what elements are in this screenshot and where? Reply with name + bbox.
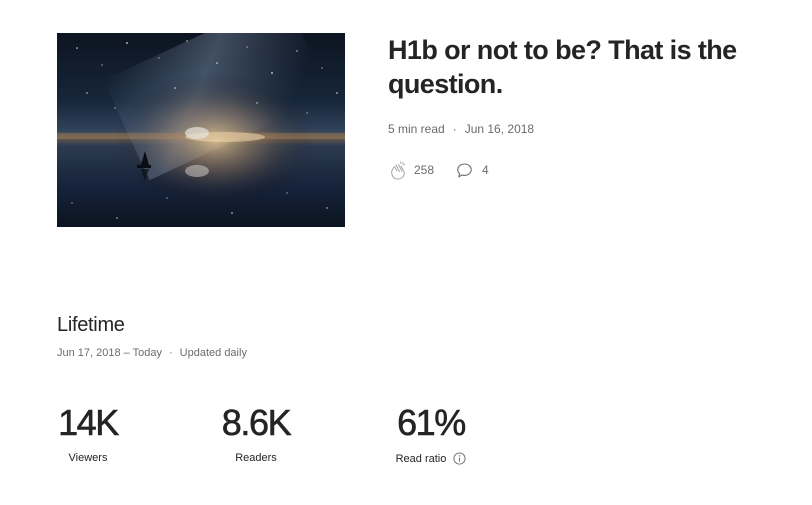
publish-date: Jun 16, 2018 — [464, 122, 535, 136]
claps-count: 258 — [414, 163, 435, 177]
stat-label: Readers — [235, 452, 277, 464]
date-range: Jun 17, 2018 – Today — [57, 347, 162, 359]
story-meta: 5 min read · Jun 16, 2018 — [388, 122, 534, 136]
stat-read-ratio: 61% Read ratio — [394, 400, 468, 465]
stat-viewers: 14K Viewers — [57, 400, 120, 464]
read-time: 5 min read — [388, 122, 445, 136]
engagement-bar: 258 4 — [388, 160, 489, 180]
stat-readers: 8.6K Readers — [219, 400, 293, 464]
claps-button[interactable]: 258 — [388, 160, 434, 180]
stat-value: 14K — [58, 402, 120, 444]
responses-button[interactable]: 4 — [456, 162, 489, 179]
stat-value: 8.6K — [221, 402, 291, 444]
stat-value: 61% — [397, 402, 467, 444]
lifetime-range: Jun 17, 2018 – Today · Updated daily — [57, 347, 247, 359]
info-icon[interactable] — [453, 452, 466, 465]
responses-count: 4 — [482, 163, 489, 177]
range-separator: · — [169, 347, 173, 359]
update-frequency: Updated daily — [179, 347, 247, 359]
clap-icon — [388, 160, 408, 180]
stat-label: Viewers — [68, 452, 108, 464]
lifetime-heading: Lifetime — [57, 314, 125, 336]
story-cover-image — [57, 33, 345, 227]
stat-label: Read ratio — [395, 452, 447, 465]
story-title[interactable]: H1b or not to be? That is the question. — [388, 33, 788, 101]
speech-bubble-icon — [456, 162, 473, 179]
stat-label-row: Read ratio — [396, 452, 467, 465]
meta-separator: · — [452, 122, 457, 136]
